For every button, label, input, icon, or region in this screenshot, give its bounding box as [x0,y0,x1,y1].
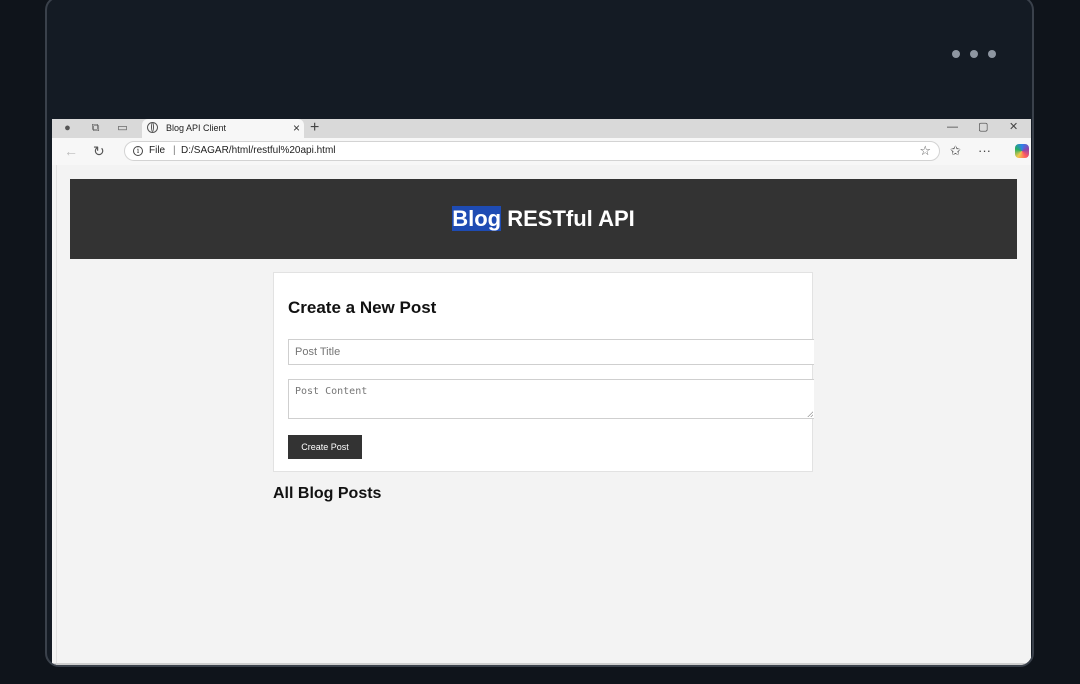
header-text: RESTful API [501,206,635,231]
site-header: Blog RESTful API [70,179,1017,259]
scheme-label: File [149,145,166,156]
favorites-icon[interactable]: ✩ [950,143,961,159]
browser-toolbar: ← ↻ i File | D:/SAGAR/html/restful%20api… [52,138,1031,165]
page-viewport: Blog RESTful API Create a New Post Post … [56,165,1031,665]
tab-bar: ● ⧉ ▭ Blog API Client × + — ▢ ✕ [52,119,1031,138]
create-post-heading: Create a New Post [288,298,437,317]
minimize-button[interactable]: — [947,119,958,135]
favorite-star-icon[interactable]: ☆ [919,142,931,160]
tab-title: Blog API Client [166,123,227,133]
refresh-icon[interactable]: ↻ [93,143,105,159]
post-content-textarea[interactable]: Post Content [288,379,814,419]
address-bar[interactable]: i File | D:/SAGAR/html/restful%20api.htm… [124,141,940,161]
tab-close-icon[interactable]: × [293,119,300,138]
collections-icon[interactable]: ⧉ [88,121,103,136]
address-separator: | [173,145,176,156]
window-bottom-edge [52,663,1031,665]
more-dots-icon[interactable] [952,50,996,58]
new-tab-button[interactable]: + [310,119,319,137]
create-post-card: Create a New Post Post Title Post Conten… [273,272,814,472]
info-icon[interactable]: i [133,146,143,156]
browser-window: ● ⧉ ▭ Blog API Client × + — ▢ ✕ ← ↻ i Fi… [52,119,1031,665]
back-arrow-icon[interactable]: ← [64,143,78,159]
tab-actions-icon[interactable]: ▭ [115,121,130,136]
settings-more-icon[interactable]: ··· [978,143,991,159]
resize-grip-icon[interactable] [807,411,813,417]
close-window-button[interactable]: ✕ [1009,119,1018,135]
profile-icon[interactable]: ● [60,121,75,136]
post-content-placeholder: Post Content [295,386,368,397]
post-title-input[interactable]: Post Title [288,339,814,365]
globe-icon [147,122,158,133]
create-post-button[interactable]: Create Post [288,435,362,459]
url-text[interactable]: D:/SAGAR/html/restful%20api.html [181,142,336,160]
tab-blog-api-client[interactable]: Blog API Client × [142,119,304,138]
all-posts-heading: All Blog Posts [273,485,382,502]
header-highlighted-text: Blog [452,206,502,231]
device-frame: ● ⧉ ▭ Blog API Client × + — ▢ ✕ ← ↻ i Fi… [45,0,1034,667]
copilot-icon[interactable] [1015,144,1029,158]
maximize-button[interactable]: ▢ [978,119,988,135]
